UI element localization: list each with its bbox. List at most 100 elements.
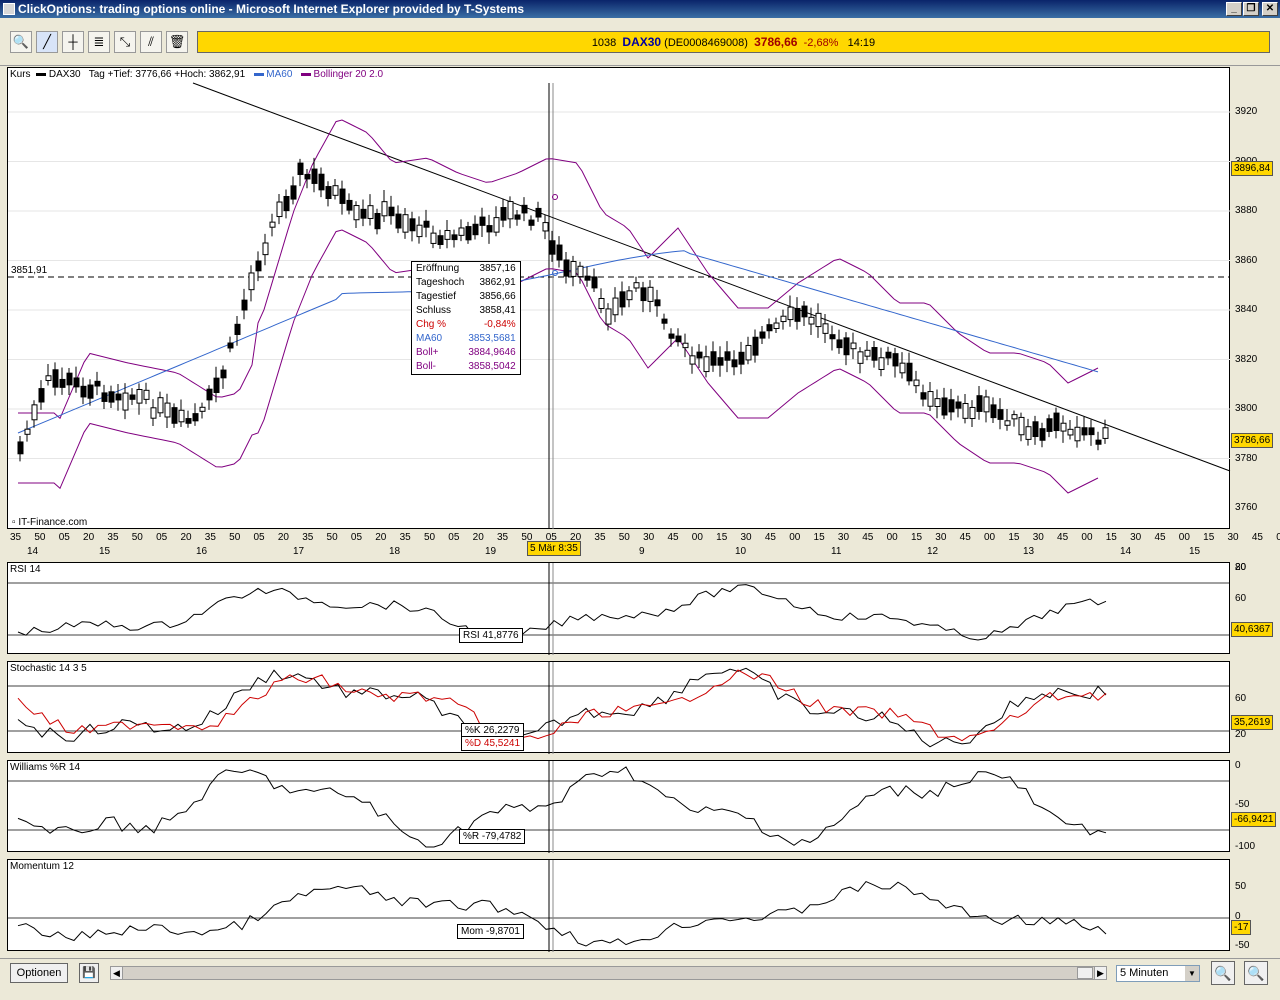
- candle-body: [823, 324, 828, 334]
- time-axis-minute: 35: [10, 532, 21, 543]
- stoch-d-label: %D 45,5241: [461, 736, 524, 751]
- candle-body: [683, 343, 688, 347]
- time-axis-minute: 45: [862, 532, 873, 543]
- time-axis-minute: 50: [327, 532, 338, 543]
- candle-body: [438, 236, 443, 245]
- zoom-tool-icon[interactable]: 🔍: [10, 31, 32, 53]
- candle-body: [711, 352, 716, 365]
- candle-body: [942, 398, 947, 415]
- stochastic-panel[interactable]: Stochastic 14 3 5 %K 26,2279 %D 45,5241: [7, 661, 1230, 753]
- price-chart-panel[interactable]: Kurs DAX30 Tag +Tief: 3776,66 +Hoch: 386…: [7, 67, 1230, 529]
- ticker-bar: 1038 DAX30 (DE0008469008) 3786,66 -2,68%…: [197, 31, 1270, 53]
- candle-body: [1033, 422, 1038, 437]
- time-axis-minute: 35: [497, 532, 508, 543]
- momentum-panel[interactable]: Momentum 12 Mom -9,8701: [7, 859, 1230, 951]
- candle-body: [970, 407, 975, 418]
- candle-body: [473, 224, 478, 234]
- ticker-time: 14:19: [848, 37, 876, 49]
- time-axis-day: 12: [927, 546, 938, 557]
- time-axis-day: 9: [639, 546, 645, 557]
- axis-tick: 20: [1235, 562, 1246, 573]
- candle-body: [179, 410, 184, 422]
- horizontal-scrollbar[interactable]: ◀ ▶: [110, 966, 1107, 980]
- candle-body: [60, 379, 65, 387]
- trash-icon[interactable]: 🗑: [166, 31, 188, 53]
- channel-tool-icon[interactable]: ⤡: [114, 31, 136, 53]
- zoom-in-icon[interactable]: 🔍: [1244, 961, 1268, 985]
- time-axis-minute: 15: [911, 532, 922, 543]
- candle-body: [333, 186, 338, 196]
- scroll-thumb[interactable]: [1077, 967, 1093, 979]
- candle-body: [95, 381, 100, 386]
- candle-body: [921, 393, 926, 399]
- rsi-tag: 40,6367: [1231, 622, 1273, 637]
- time-axis-minute: 20: [180, 532, 191, 543]
- candle-body: [109, 392, 114, 402]
- candle-body: [165, 403, 170, 417]
- candle-body: [88, 385, 93, 398]
- parallel-tool-icon[interactable]: ⫽: [140, 31, 162, 53]
- candle-body: [872, 348, 877, 361]
- minimize-icon[interactable]: _: [1226, 2, 1242, 16]
- candle-body: [18, 442, 23, 454]
- infobox-row: Tagestief3856,66: [414, 290, 518, 304]
- williams-panel[interactable]: Williams %R 14 %R -79,4782: [7, 760, 1230, 852]
- candle-body: [214, 378, 219, 392]
- candle-body: [767, 325, 772, 331]
- candle-body: [697, 352, 702, 358]
- price-axis-tick: 3920: [1235, 106, 1257, 117]
- candle-body: [403, 215, 408, 232]
- time-axis-minute: 50: [229, 532, 240, 543]
- crosshair-tool-icon[interactable]: ┼: [62, 31, 84, 53]
- candle-body: [781, 316, 786, 321]
- candle-body: [221, 370, 226, 378]
- time-axis-day: 15: [1189, 546, 1200, 557]
- candle-body: [949, 400, 954, 412]
- interval-select[interactable]: 5 Minuten ▼: [1116, 965, 1200, 982]
- candle-body: [158, 398, 163, 413]
- fibonacci-tool-icon[interactable]: ≣: [88, 31, 110, 53]
- candle-body: [676, 336, 681, 342]
- infobox-label: Tageshoch: [414, 276, 466, 290]
- candle-body: [494, 218, 499, 233]
- chevron-down-icon[interactable]: ▼: [1185, 966, 1199, 981]
- time-axis-minute: 05: [254, 532, 265, 543]
- candle-body: [718, 358, 723, 365]
- time-axis-minute: 30: [1130, 532, 1141, 543]
- time-axis-minute: 05: [448, 532, 459, 543]
- stoch-svg: [8, 662, 1231, 754]
- close-icon[interactable]: ✕: [1262, 2, 1278, 16]
- candle-body: [361, 209, 366, 218]
- momentum-tag: -17: [1231, 920, 1251, 935]
- scroll-left-icon[interactable]: ◀: [111, 967, 123, 979]
- candle-body: [312, 169, 317, 183]
- save-icon[interactable]: 💾: [79, 963, 99, 983]
- candle-body: [865, 350, 870, 356]
- time-axis-minute: 15: [814, 532, 825, 543]
- stoch-k-line: [18, 668, 1106, 748]
- rsi-panel[interactable]: RSI 14 RSI 41,8776: [7, 562, 1230, 654]
- zoom-out-icon[interactable]: 🔍: [1211, 961, 1235, 985]
- candle-body: [326, 187, 331, 199]
- trendline-tool-icon[interactable]: ╱: [36, 31, 58, 53]
- scroll-right-icon[interactable]: ▶: [1094, 967, 1106, 979]
- candle-body: [816, 313, 821, 326]
- options-button[interactable]: Optionen: [10, 963, 68, 983]
- infobox-row: Schluss3858,41: [414, 304, 518, 318]
- time-axis: 3550052035500520355005203550052035500520…: [7, 530, 1230, 562]
- axis-tick: 20: [1235, 729, 1246, 740]
- candle-body: [242, 300, 247, 310]
- candle-body: [46, 376, 51, 381]
- candle-body: [536, 208, 541, 217]
- price-chart-svg: [8, 68, 1231, 530]
- restore-icon[interactable]: ❐: [1243, 2, 1259, 16]
- infobox-row: Boll+3884,9646: [414, 346, 518, 360]
- candle-body: [907, 363, 912, 381]
- candle-body: [452, 235, 457, 240]
- infobox-label: Chg %: [414, 318, 466, 332]
- axis-tick: -50: [1235, 799, 1249, 810]
- candle-body: [613, 298, 618, 315]
- candle-body: [704, 357, 709, 372]
- candle-body: [487, 226, 492, 232]
- candle-body: [235, 324, 240, 334]
